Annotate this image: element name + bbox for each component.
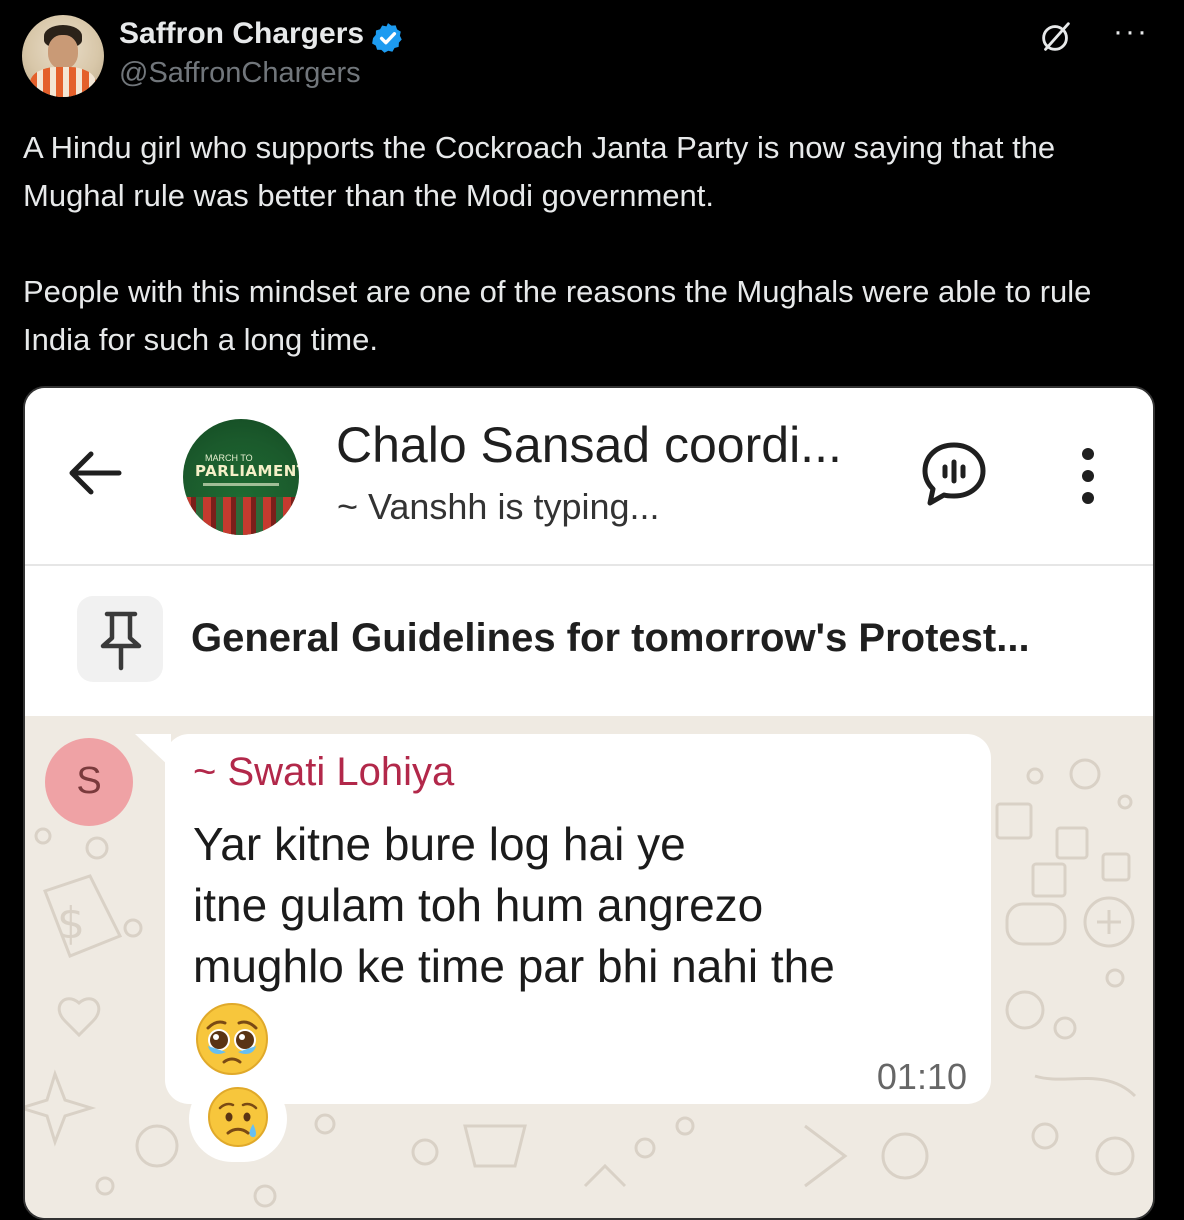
grok-icon[interactable] [1037, 18, 1075, 56]
typing-status: ~ Vanshh is typing... [337, 486, 660, 527]
pinned-message-bar: General Guidelines for tomorrow's Protes… [25, 566, 1153, 716]
tweet-paragraph-1: A Hindu girl who supports the Cockroach … [23, 130, 1056, 213]
message-time: 01:10 [876, 1056, 967, 1097]
kebab-menu-icon [1082, 448, 1094, 504]
message-bubble[interactable]: ~ Swati Lohiya Yar kitne bure log hai ye… [165, 734, 991, 1104]
svg-text:$: $ [57, 898, 85, 949]
tweet-text: A Hindu girl who supports the Cockroach … [23, 124, 1163, 364]
group-name: Chalo Sansad coordi... [336, 417, 842, 473]
sender-name: ~ Swati Lohiya [193, 750, 455, 794]
chat-area: $ S ~ Swati Lohiya Yar kitne bure log ha… [25, 716, 1153, 1218]
sad-but-relieved-face-icon [208, 1087, 268, 1147]
verified-badge-icon [372, 23, 402, 53]
sender-initial: S [76, 760, 102, 802]
message-reaction[interactable] [189, 1076, 287, 1162]
pin-icon [100, 611, 142, 671]
back-arrow-icon [69, 451, 122, 495]
attached-image[interactable]: MARCH TO PARLIAMENT! Chalo Sansad coordi… [23, 386, 1155, 1220]
group-avatar: MARCH TO PARLIAMENT! [183, 419, 299, 535]
message-text: Yar kitne bure log hai ye itne gulam toh… [193, 818, 835, 992]
tweet-paragraph-2: People with this mindset are one of the … [23, 274, 1092, 357]
sender-avatar[interactable]: S [45, 738, 133, 826]
chat-header: MARCH TO PARLIAMENT! Chalo Sansad coordi… [25, 388, 1153, 564]
pinned-message-text: General Guidelines for tomorrow's Protes… [191, 616, 1030, 660]
group-avatar-title: PARLIAMENT! [195, 462, 299, 480]
author-name[interactable]: Saffron Chargers [119, 17, 364, 51]
author-handle[interactable]: @SaffronChargers [119, 57, 361, 90]
author-avatar[interactable] [22, 15, 104, 97]
voice-chat-icon [922, 442, 986, 506]
more-options-icon[interactable]: ··· [1113, 17, 1149, 47]
pleading-face-with-tears-icon [196, 1003, 268, 1075]
